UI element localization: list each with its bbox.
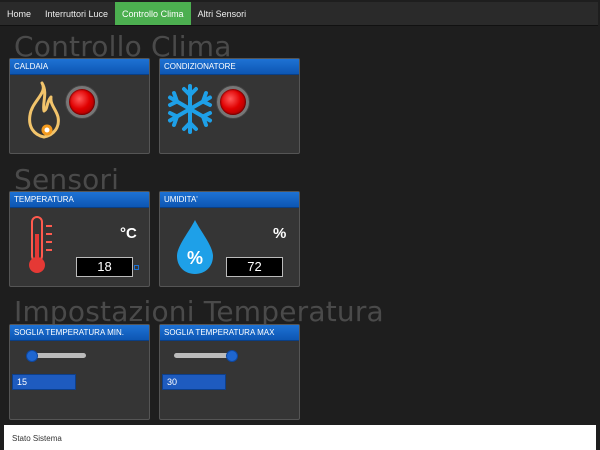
card-header-soglia-max: SOGLIA TEMPERATURA MAX xyxy=(160,325,299,341)
status-led-caldaia xyxy=(66,86,98,118)
nav-item-altri-sensori[interactable]: Altri Sensori xyxy=(191,2,254,25)
card-caldaia: CALDAIA xyxy=(9,58,150,154)
soglia-max-value[interactable]: 30 xyxy=(162,374,226,390)
nav-item-home[interactable]: Home xyxy=(0,2,38,25)
status-led-condizionatore xyxy=(217,86,249,118)
card-soglia-max: SOGLIA TEMPERATURA MAX 30 xyxy=(159,324,300,420)
resize-handle-icon xyxy=(134,265,139,270)
card-soglia-min: SOGLIA TEMPERATURA MIN. 15 xyxy=(9,324,150,420)
card-condizionatore: CONDIZIONATORE xyxy=(159,58,300,154)
card-header-caldaia: CALDAIA xyxy=(10,59,149,75)
card-temperatura: TEMPERATURA °C 18 xyxy=(9,191,150,287)
snowflake-icon xyxy=(164,83,216,140)
nav-item-interruttori-luce[interactable]: Interruttori Luce xyxy=(38,2,115,25)
svg-text:%: % xyxy=(187,248,203,268)
humidity-unit: % xyxy=(273,225,287,242)
humidity-value: 72 xyxy=(226,257,283,277)
slider-thumb-max[interactable] xyxy=(226,350,238,362)
status-bar: Stato Sistema xyxy=(4,425,596,450)
nav-item-controllo-clima[interactable]: Controllo Clima xyxy=(115,2,191,25)
card-header-umidita: UMIDITA' xyxy=(160,192,299,208)
card-header-soglia-min: SOGLIA TEMPERATURA MIN. xyxy=(10,325,149,341)
section-title-clima: Controllo Clima xyxy=(14,30,232,63)
slider-thumb-min[interactable] xyxy=(26,350,38,362)
status-label: Stato Sistema xyxy=(12,434,62,443)
temperature-unit: °C xyxy=(120,225,137,242)
temperature-value: 18 xyxy=(76,257,133,277)
slider-track-max[interactable] xyxy=(174,353,234,358)
section-title-impostazioni: Impostazioni Temperatura xyxy=(14,295,384,328)
card-header-temperatura: TEMPERATURA xyxy=(10,192,149,208)
soglia-min-value[interactable]: 15 xyxy=(12,374,76,390)
card-header-condizionatore: CONDIZIONATORE xyxy=(160,59,299,75)
flame-icon xyxy=(24,81,64,148)
humidity-drop-icon: % xyxy=(175,218,215,281)
top-nav: Home Interruttori Luce Controllo Clima A… xyxy=(0,2,598,26)
section-title-sensori: Sensori xyxy=(14,163,120,196)
card-umidita: UMIDITA' % % 72 xyxy=(159,191,300,287)
thermometer-icon xyxy=(24,214,60,281)
